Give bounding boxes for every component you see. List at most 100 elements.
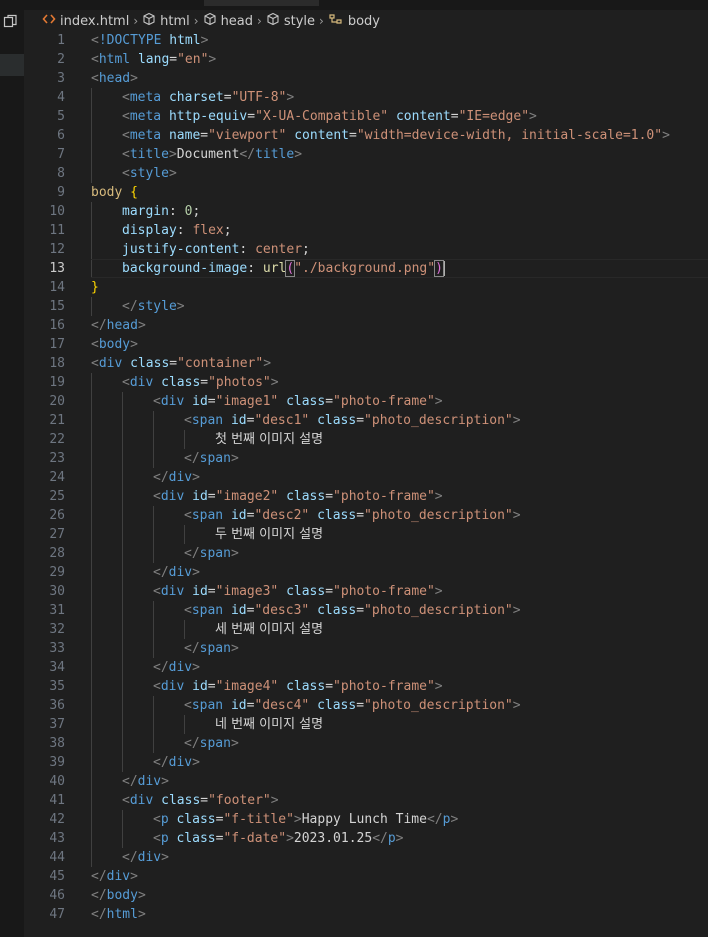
indent-guide	[153, 411, 154, 430]
code-token: Happy Lunch Time	[301, 812, 427, 827]
code-line[interactable]: 31 <span id="desc3" class="photo_descript…	[24, 601, 708, 620]
code-token: >	[286, 831, 294, 846]
code-line[interactable]: 36 <span id="desc4" class="photo_descript…	[24, 696, 708, 715]
code-token: div	[160, 679, 185, 694]
code-line[interactable]: 24 </div>	[24, 468, 708, 487]
code-token: div	[168, 470, 193, 485]
code-token: meta	[129, 128, 162, 143]
code-line[interactable]: 25 <div id="image2" class="photo-frame">	[24, 487, 708, 506]
breadcrumb-item-html[interactable]: html	[142, 12, 190, 30]
code-line[interactable]: 8 <style>	[24, 164, 708, 183]
code-line[interactable]: 15 </style>	[24, 297, 708, 316]
code-token: <	[122, 109, 130, 124]
code-line[interactable]: 21 <span id="desc1" class="photo_descript…	[24, 411, 708, 430]
code-line[interactable]: 32 세 번째 이미지 설명	[24, 620, 708, 639]
indent-guide	[153, 506, 154, 525]
code-line[interactable]: 42 <p class="f-title">Happy Lunch Time</p…	[24, 810, 708, 829]
code-token: div	[160, 489, 185, 504]
code-token: >	[161, 774, 169, 789]
code-token: </	[91, 318, 107, 333]
code-line[interactable]: 26 <span id="desc2" class="photo_descript…	[24, 506, 708, 525]
activity-item-selected[interactable]	[0, 54, 24, 76]
line-number: 27	[49, 527, 65, 542]
code-line[interactable]: 44 </div>	[24, 848, 708, 867]
line-number: 30	[49, 584, 65, 599]
code-token: url	[262, 261, 287, 276]
code-line[interactable]: 28 </span>	[24, 544, 708, 563]
code-line[interactable]: 3 <head>	[24, 69, 708, 88]
code-token: id	[192, 394, 208, 409]
code-line[interactable]: 38 </span>	[24, 734, 708, 753]
cube-icon	[142, 12, 156, 30]
code-text: </div>	[91, 867, 138, 886]
explorer-icon[interactable]	[3, 13, 19, 29]
code-line[interactable]: 6 <meta name="viewport" content="width=de…	[24, 126, 708, 145]
code-line[interactable]: 10 margin: 0;	[24, 202, 708, 221]
code-line[interactable]: 39 </div>	[24, 753, 708, 772]
code-token: "photo_description"	[364, 603, 513, 618]
line-number: 39	[49, 755, 65, 770]
line-number: 26	[49, 508, 65, 523]
chevron-right-icon: ›	[193, 14, 199, 28]
code-line[interactable]: 27 두 번째 이미지 설명	[24, 525, 708, 544]
indent-guide	[122, 449, 123, 468]
code-line[interactable]: 41 <div class="footer">	[24, 791, 708, 810]
code-text: </span>	[184, 734, 239, 753]
code-line[interactable]: 11 display: flex;	[24, 221, 708, 240]
code-line[interactable]: 14}	[24, 278, 708, 297]
code-line[interactable]: 17 <body>	[24, 335, 708, 354]
breadcrumb-item-head[interactable]: head	[203, 12, 253, 30]
code-line[interactable]: 12 justify-content: center;	[24, 240, 708, 259]
code-line[interactable]: 13 background-image: url("./background.pn…	[24, 259, 708, 278]
code-line[interactable]: 16 </head>	[24, 316, 708, 335]
breadcrumb-item-index-html[interactable]: index.html	[42, 12, 129, 30]
code-line[interactable]: 22 첫 번째 이미지 설명	[24, 430, 708, 449]
code-line[interactable]: 23 </span>	[24, 449, 708, 468]
code-line[interactable]: 18 <div class="container">	[24, 354, 708, 373]
code-line[interactable]: 30 <div id="image3" class="photo-frame">	[24, 582, 708, 601]
code-line[interactable]: 20 <div id="image1" class="photo-frame">	[24, 392, 708, 411]
code-token: <	[153, 489, 161, 504]
code-line[interactable]: 35 <div id="image4" class="photo-frame">	[24, 677, 708, 696]
code-line[interactable]: 34 </div>	[24, 658, 708, 677]
code-token: div	[160, 394, 185, 409]
breadcrumb-item-style[interactable]: style	[266, 12, 315, 30]
code-line[interactable]: 47 </html>	[24, 905, 708, 924]
breadcrumb-item-body[interactable]: body	[328, 12, 380, 30]
code-token: >	[230, 641, 239, 656]
code-line[interactable]: 37 네 번째 이미지 설명	[24, 715, 708, 734]
code-line[interactable]: 29 </div>	[24, 563, 708, 582]
code-token: center	[255, 242, 303, 257]
code-line[interactable]: 1 <!DOCTYPE html>	[24, 31, 708, 50]
code-line[interactable]: 7 <title>Document</title>	[24, 145, 708, 164]
code-text: </div>	[153, 563, 200, 582]
code-line[interactable]: 45 </div>	[24, 867, 708, 886]
code-line[interactable]: 40 </div>	[24, 772, 708, 791]
editor-tab[interactable]	[204, 0, 319, 6]
code-line[interactable]: 4 <meta charset="UTF-8">	[24, 88, 708, 107]
code-line[interactable]: 9 body {	[24, 183, 708, 202]
code-token: >	[192, 470, 200, 485]
code-text: <meta charset="UTF-8">	[122, 88, 294, 107]
code-line[interactable]: 43 <p class="f-date">2023.01.25</p>	[24, 829, 708, 848]
code-line[interactable]: 33 </span>	[24, 639, 708, 658]
code-editor[interactable]: 1 <!DOCTYPE html> 2 <html lang="en"> 3 <head>…	[24, 31, 708, 937]
line-number: 28	[49, 546, 65, 561]
code-token: div	[168, 755, 193, 770]
indent-guide	[91, 487, 92, 506]
code-token: </	[184, 641, 200, 656]
code-token: class	[286, 394, 326, 409]
code-line[interactable]: 5 <meta http-equiv="X-UA-Compatible" cont…	[24, 107, 708, 126]
indent-guide	[91, 848, 92, 867]
code-line[interactable]: 46 </body>	[24, 886, 708, 905]
code-token: class	[317, 603, 357, 618]
code-line[interactable]: 2 <html lang="en">	[24, 50, 708, 69]
code-token: =	[207, 489, 216, 504]
code-text: <span id="desc3" class="photo_descriptio…	[184, 601, 521, 620]
code-line[interactable]: 19 <div class="photos">	[24, 373, 708, 392]
